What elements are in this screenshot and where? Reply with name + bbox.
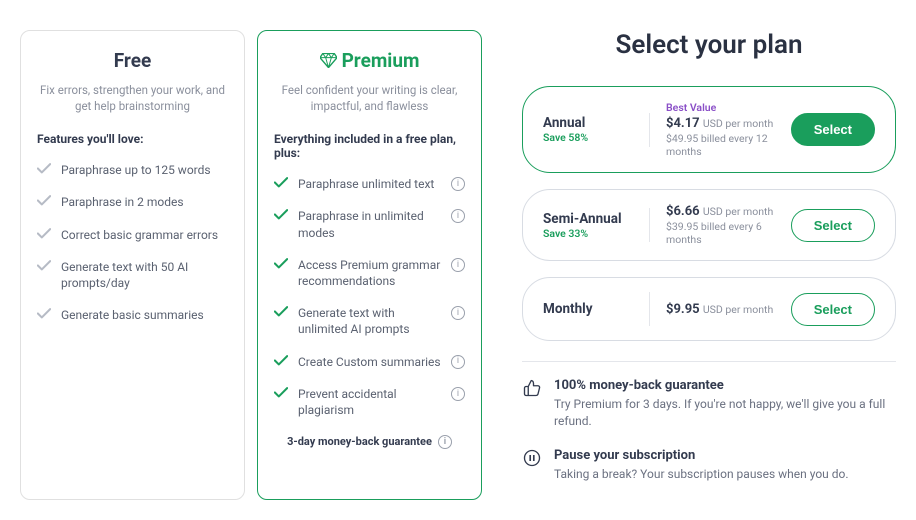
premium-plan-card: Premium Feel confident your writing is c…	[257, 30, 482, 500]
plan-left: Semi-AnnualSave 33%	[543, 211, 633, 240]
feature-text: Paraphrase in unlimited modes	[298, 208, 441, 240]
note-title: 100% money-back guarantee	[554, 378, 896, 393]
free-feature-item: Correct basic grammar errors	[37, 227, 228, 243]
check-icon	[274, 258, 288, 269]
check-icon	[274, 387, 288, 398]
plan-price: $6.66 USD per month	[666, 204, 775, 219]
feature-text: Paraphrase unlimited text	[298, 176, 441, 192]
free-desc: Fix errors, strengthen your work, and ge…	[37, 82, 228, 114]
free-features-list: Paraphrase up to 125 words Paraphrase in …	[37, 162, 228, 323]
info-icon[interactable]: i	[438, 435, 452, 449]
plan-option-annual[interactable]: AnnualSave 58% Best Value $4.17 USD per mo…	[522, 86, 896, 173]
note-item: Pause your subscription Taking a break? Y…	[522, 448, 896, 483]
plan-divider	[649, 208, 650, 242]
plan-price: $4.17 USD per month	[666, 116, 775, 131]
feature-text: Prevent accidental plagiarism	[298, 386, 441, 418]
pause-icon	[522, 448, 542, 468]
plan-options: AnnualSave 58% Best Value $4.17 USD per mo…	[522, 86, 896, 341]
note-desc: Taking a break? Your subscription pauses…	[554, 466, 849, 483]
feature-text: Access Premium grammar recommendations	[298, 257, 441, 289]
note-body: Pause your subscription Taking a break? Y…	[554, 448, 849, 483]
thumb-up-icon	[522, 378, 542, 398]
plan-name: Semi-Annual	[543, 211, 633, 227]
plan-name: Monthly	[543, 301, 633, 317]
free-feature-item: Generate text with 50 AI prompts/day	[37, 259, 228, 291]
select-button[interactable]: Select	[791, 293, 875, 326]
plan-option-monthly[interactable]: Monthly $9.95 USD per month Select	[522, 277, 896, 341]
plan-price: $9.95 USD per month	[666, 302, 775, 317]
premium-feature-item: Paraphrase unlimited text i	[274, 176, 465, 192]
plan-save: Save 58%	[543, 131, 633, 144]
plan-left: AnnualSave 58%	[543, 115, 633, 144]
info-icon[interactable]: i	[451, 387, 465, 401]
plan-left: Monthly	[543, 301, 633, 317]
premium-feature-item: Access Premium grammar recommendations i	[274, 257, 465, 289]
plan-mid: $6.66 USD per month$39.95 billed every 6…	[666, 204, 775, 246]
plan-divider	[649, 292, 650, 326]
premium-features-heading: Everything included in a free plan, plus…	[274, 132, 465, 160]
check-icon	[37, 195, 51, 206]
guarantee-badge: 3-day money-back guarantee i	[274, 434, 465, 449]
feature-text: Create Custom summaries	[298, 354, 441, 370]
check-icon	[37, 163, 51, 174]
feature-text: Generate text with unlimited AI prompts	[298, 305, 441, 337]
notes-section: 100% money-back guarantee Try Premium for…	[522, 378, 896, 482]
free-features-heading: Features you'll love:	[37, 132, 228, 146]
info-icon[interactable]: i	[451, 258, 465, 272]
premium-feature-item: Paraphrase in unlimited modes i	[274, 208, 465, 240]
check-icon	[37, 260, 51, 271]
info-icon[interactable]: i	[451, 177, 465, 191]
free-feature-item: Paraphrase up to 125 words	[37, 162, 228, 178]
check-icon	[274, 306, 288, 317]
feature-text: Generate basic summaries	[61, 307, 228, 323]
feature-text: Correct basic grammar errors	[61, 227, 228, 243]
divider	[522, 361, 896, 362]
feature-text: Paraphrase in 2 modes	[61, 194, 228, 210]
premium-feature-item: Create Custom summaries i	[274, 354, 465, 370]
plan-name: Annual	[543, 115, 633, 131]
check-icon	[274, 355, 288, 366]
note-desc: Try Premium for 3 days. If you're not ha…	[554, 396, 896, 430]
free-plan-card: Free Fix errors, strengthen your work, a…	[20, 30, 245, 500]
check-icon	[37, 308, 51, 319]
plan-mid: Best Value $4.17 USD per month$49.95 bill…	[666, 101, 775, 158]
free-title: Free	[37, 49, 228, 72]
premium-feature-item: Generate text with unlimited AI prompts i	[274, 305, 465, 337]
plan-divider	[649, 113, 650, 147]
feature-text: Generate text with 50 AI prompts/day	[61, 259, 228, 291]
select-button[interactable]: Select	[791, 209, 875, 242]
select-button[interactable]: Select	[791, 113, 875, 146]
premium-feature-item: Prevent accidental plagiarism i	[274, 386, 465, 418]
premium-features-list: Paraphrase unlimited textiParaphrase in …	[274, 176, 465, 418]
guarantee-text: 3-day money-back guarantee	[287, 435, 432, 448]
diamond-icon	[320, 53, 337, 68]
note-item: 100% money-back guarantee Try Premium for…	[522, 378, 896, 430]
check-icon	[274, 209, 288, 220]
free-feature-item: Paraphrase in 2 modes	[37, 194, 228, 210]
info-icon[interactable]: i	[451, 306, 465, 320]
premium-desc: Feel confident your writing is clear, im…	[274, 82, 465, 114]
plan-option-semi-annual[interactable]: Semi-AnnualSave 33% $6.66 USD per month$3…	[522, 189, 896, 261]
premium-title-text: Premium	[342, 49, 420, 72]
check-icon	[37, 228, 51, 239]
plan-billed: $39.95 billed every 6 months	[666, 220, 775, 246]
note-body: 100% money-back guarantee Try Premium for…	[554, 378, 896, 430]
select-plan-title: Select your plan	[522, 30, 896, 60]
plan-save: Save 33%	[543, 227, 633, 240]
note-title: Pause your subscription	[554, 448, 849, 463]
feature-text: Paraphrase up to 125 words	[61, 162, 228, 178]
check-icon	[274, 177, 288, 188]
free-feature-item: Generate basic summaries	[37, 307, 228, 323]
info-icon[interactable]: i	[451, 355, 465, 369]
plan-billed: $49.95 billed every 12 months	[666, 132, 775, 158]
info-icon[interactable]: i	[451, 209, 465, 223]
premium-title: Premium	[274, 49, 465, 72]
plan-mid: $9.95 USD per month	[666, 302, 775, 317]
best-value-badge: Best Value	[666, 101, 775, 114]
